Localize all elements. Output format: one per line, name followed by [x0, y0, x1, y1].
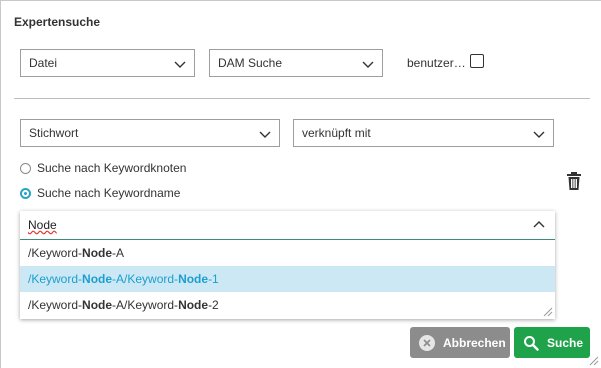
type-select[interactable]: Datei [20, 49, 195, 77]
option-text: /Keyword- [28, 298, 83, 312]
option-match: Node [178, 272, 209, 286]
option-text: /Keyword- [28, 246, 83, 260]
radio-button-checked[interactable] [20, 187, 31, 199]
expert-search-dialog: Expertensuche Datei DAM Suche benutzer… … [0, 0, 601, 368]
radio-keyword-name[interactable]: Suche nach Keywordname [20, 186, 180, 200]
radio-keyword-node[interactable]: Suche nach Keywordknoten [20, 161, 186, 175]
keyword-search-value: Node [28, 218, 57, 232]
search-button-label: Suche [547, 335, 584, 350]
chevron-down-icon [362, 61, 374, 68]
user-checkbox[interactable] [470, 54, 484, 68]
keyword-combobox[interactable]: Node /Keyword- Node -A /Keyword- Node -A/Key… [20, 211, 555, 319]
search-button[interactable]: Suche [514, 327, 590, 358]
resize-grip-icon[interactable] [587, 354, 599, 366]
option-text: /Keyword- [28, 272, 83, 286]
option-match: Node [82, 298, 113, 312]
chevron-down-icon [259, 131, 271, 138]
keyword-search-input[interactable]: Node [20, 211, 555, 240]
type-select-value: Datei [29, 56, 58, 70]
field-select[interactable]: Stichwort [20, 119, 280, 147]
chevron-down-icon [533, 131, 545, 138]
option-text: -2 [208, 298, 219, 312]
trash-icon[interactable] [566, 172, 582, 190]
search-mode-select[interactable]: DAM Suche [209, 49, 383, 77]
operator-select-value: verknüpft mit [302, 126, 371, 140]
option-match: Node [82, 272, 113, 286]
option-match: Node [82, 246, 113, 260]
keyword-option[interactable]: /Keyword- Node -A [20, 240, 555, 266]
radio-label: Suche nach Keywordname [37, 186, 181, 200]
option-match: Node [178, 298, 209, 312]
search-icon [524, 335, 539, 351]
keyword-option-selected[interactable]: /Keyword- Node -A/Keyword- Node -1 [20, 266, 555, 292]
cancel-button[interactable]: Abbrechen [410, 327, 510, 358]
keyword-option[interactable]: /Keyword- Node -A/Keyword- Node -2 [20, 292, 555, 318]
close-circle-icon [419, 334, 435, 351]
radio-button[interactable] [20, 162, 31, 174]
cancel-button-label: Abbrechen [443, 335, 506, 350]
dialog-title: Expertensuche [14, 15, 101, 29]
user-checkbox-label: benutzer… [407, 56, 466, 70]
option-text: -A/Keyword- [112, 272, 179, 286]
section-divider [14, 98, 590, 99]
radio-label: Suche nach Keywordknoten [37, 161, 187, 175]
resize-grip-icon[interactable] [541, 305, 553, 317]
option-text: -A [112, 246, 125, 260]
operator-select[interactable]: verknüpft mit [293, 119, 554, 147]
chevron-down-icon [174, 61, 186, 68]
option-text: -A/Keyword- [112, 298, 179, 312]
search-mode-select-value: DAM Suche [218, 56, 283, 70]
field-select-value: Stichwort [29, 126, 79, 140]
chevron-up-icon[interactable] [533, 219, 545, 231]
option-text: -1 [208, 272, 219, 286]
